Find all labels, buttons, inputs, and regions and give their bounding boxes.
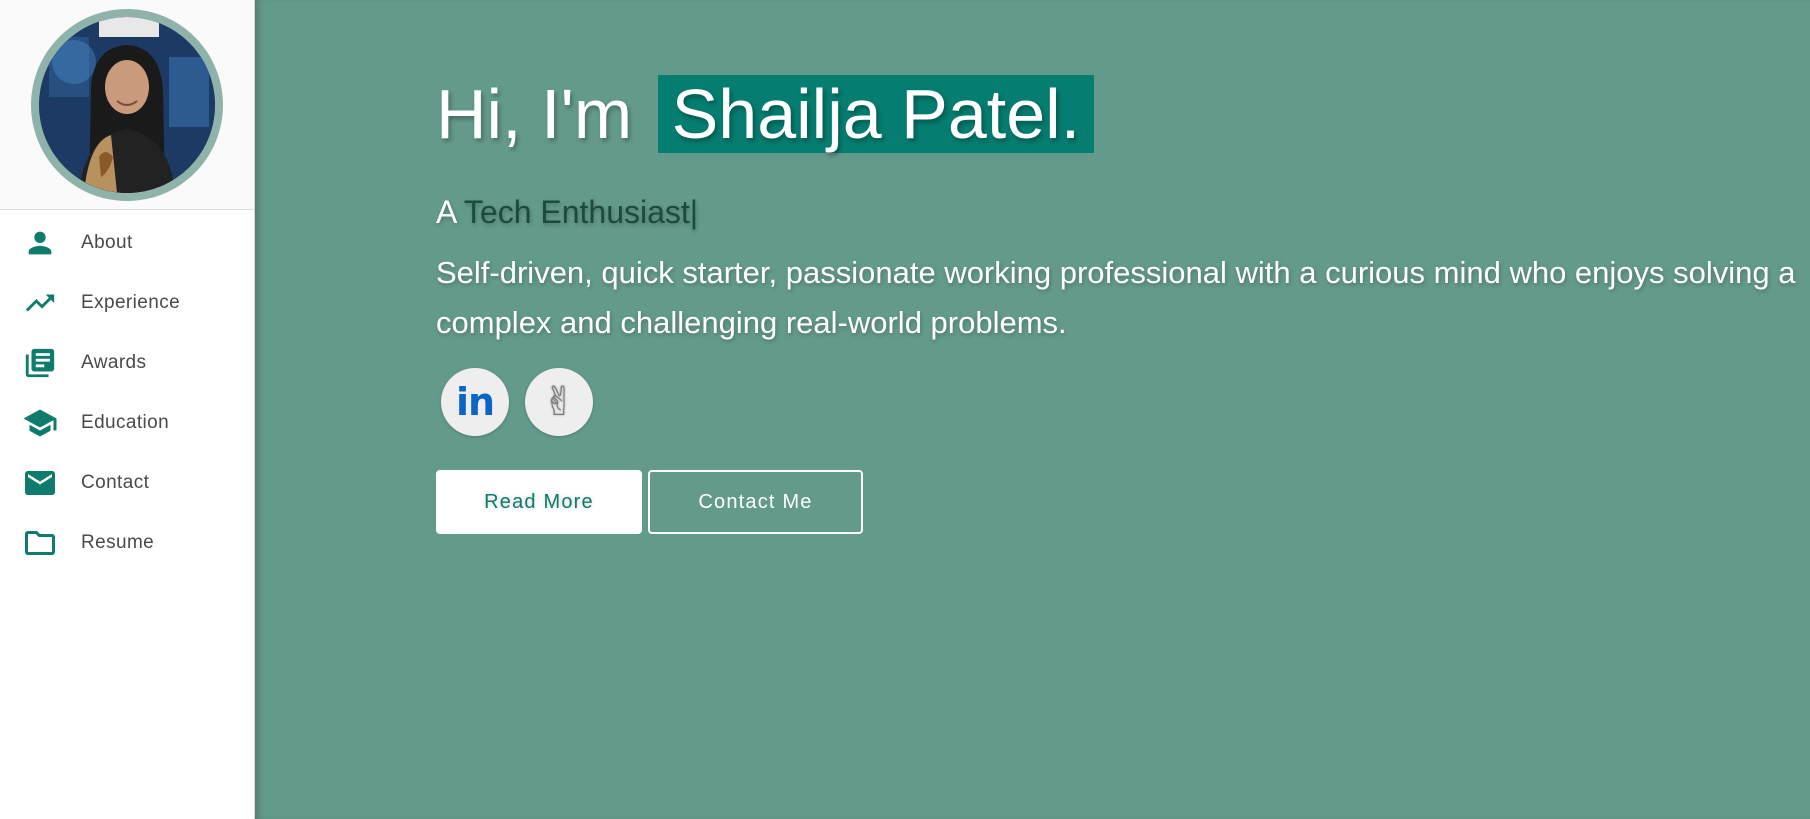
sidebar: About Experience Awards Education Contac… [0, 0, 255, 819]
sidebar-item-experience[interactable]: Experience [0, 273, 254, 333]
typing-cursor: | [689, 194, 699, 230]
app-root: About Experience Awards Education Contac… [0, 0, 1810, 819]
peace-hand-icon: ✌ [542, 379, 576, 425]
folder-icon [22, 525, 58, 561]
sidebar-item-label: Awards [81, 352, 147, 373]
hero-actions: Read More Contact Me [436, 470, 1810, 534]
school-icon [22, 405, 58, 441]
tagline-prefix: A [436, 194, 456, 230]
person-icon [22, 225, 58, 261]
sidebar-item-label: Contact [81, 472, 150, 493]
main-content: Hi, I'm Shailja Patel. A Tech Enthusiast… [255, 0, 1810, 819]
linkedin-link[interactable]: in [441, 368, 509, 436]
sidebar-item-education[interactable]: Education [0, 393, 254, 453]
tagline-role: Tech Enthusiast [463, 194, 690, 230]
peace-link[interactable]: ✌ [525, 368, 593, 436]
name-highlight: Shailja Patel. [657, 75, 1095, 153]
read-more-button[interactable]: Read More [436, 470, 642, 534]
linkedin-icon: in [455, 380, 495, 424]
sidebar-item-awards[interactable]: Awards [0, 333, 254, 393]
avatar-photo [39, 16, 215, 193]
sidebar-item-label: About [81, 232, 133, 253]
sidebar-item-about[interactable]: About [0, 213, 254, 273]
sidebar-nav: About Experience Awards Education Contac… [0, 213, 254, 573]
page-title: Hi, I'm Shailja Patel. [436, 72, 1810, 156]
bio-text: Self-driven, quick starter, passionate w… [436, 255, 1796, 340]
sidebar-item-label: Education [81, 412, 170, 433]
sidebar-item-label: Resume [81, 532, 155, 553]
contact-me-button[interactable]: Contact Me [648, 470, 863, 534]
avatar [31, 8, 223, 201]
hero-section: Hi, I'm Shailja Patel. A Tech Enthusiast… [436, 72, 1810, 534]
mail-icon [22, 465, 58, 501]
profile-area [0, 0, 254, 210]
sidebar-item-contact[interactable]: Contact [0, 453, 254, 513]
social-links: in ✌ [441, 368, 1810, 436]
tagline: A Tech Enthusiast| [436, 194, 1810, 231]
library-books-icon [22, 345, 58, 381]
trending-up-icon [22, 285, 58, 321]
greeting-text: Hi, I'm [436, 75, 633, 153]
sidebar-item-resume[interactable]: Resume [0, 513, 254, 573]
sidebar-item-label: Experience [81, 292, 181, 313]
